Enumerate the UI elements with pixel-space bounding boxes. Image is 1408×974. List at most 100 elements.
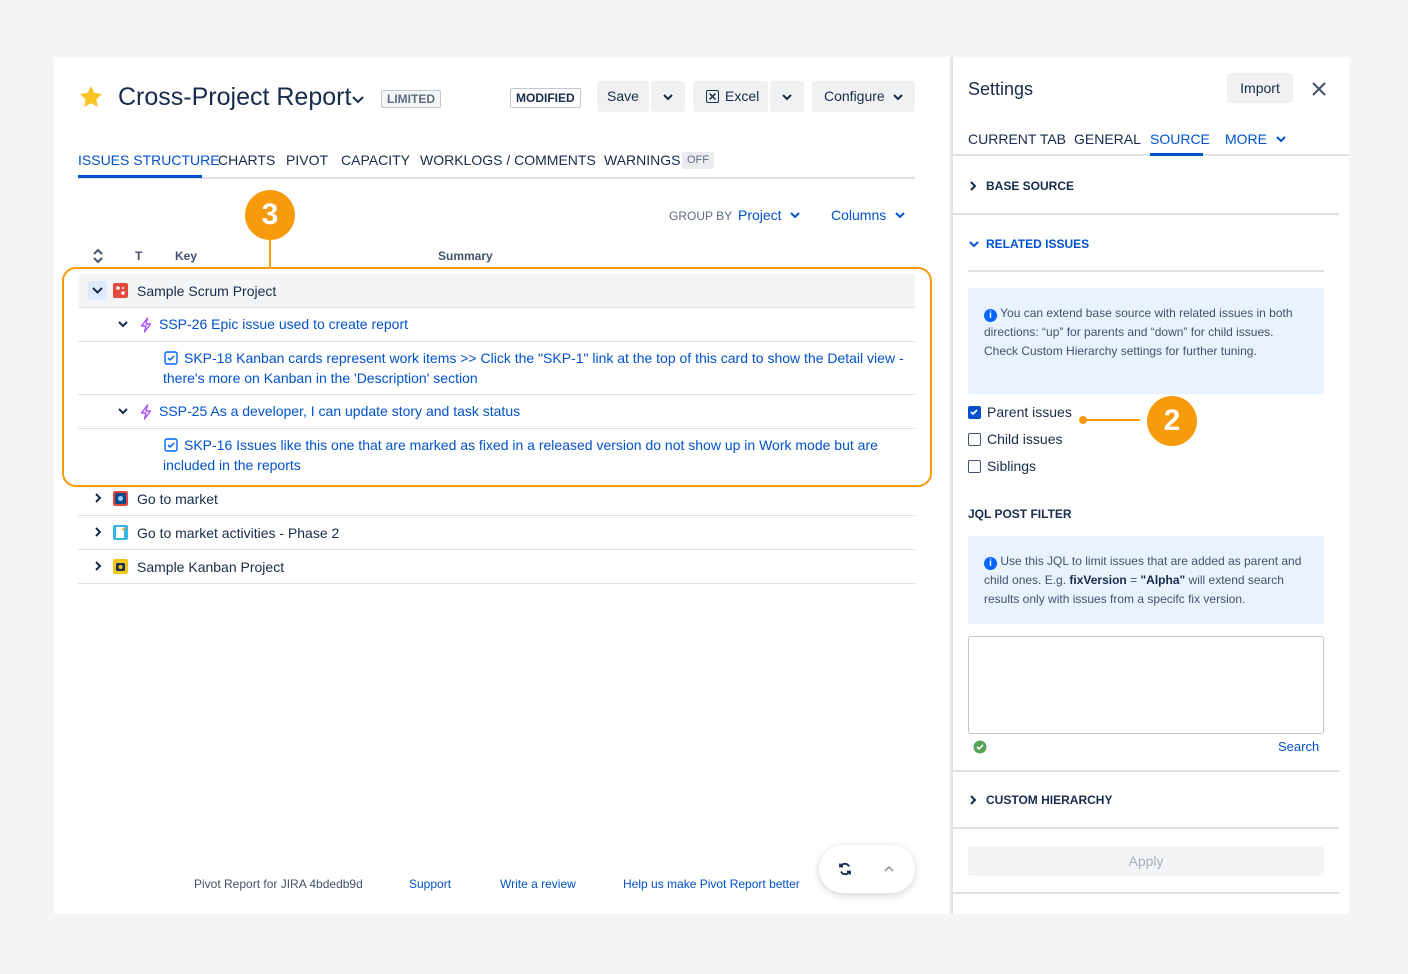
section-divider bbox=[953, 213, 1339, 215]
tab-current-tab[interactable]: CURRENT TAB bbox=[968, 131, 1066, 147]
settings-title: Settings bbox=[968, 79, 1034, 99]
project-name[interactable]: Sample Kanban Project bbox=[137, 559, 284, 575]
import-button[interactable]: Import bbox=[1227, 73, 1293, 103]
jql-input[interactable] bbox=[968, 636, 1324, 734]
jql-example-operator: = bbox=[1130, 573, 1138, 587]
tab-more-label: MORE bbox=[1225, 131, 1267, 147]
child-issues-checkbox[interactable]: Child issues bbox=[968, 431, 1062, 447]
excel-icon bbox=[706, 90, 719, 103]
chevron-down-icon bbox=[663, 94, 673, 101]
chevron-down-icon bbox=[895, 212, 905, 219]
jql-example-field: fixVersion bbox=[1069, 573, 1127, 587]
chevron-down-icon bbox=[782, 94, 792, 101]
group-by-label: GROUP BY bbox=[669, 209, 733, 223]
section-divider bbox=[953, 827, 1339, 829]
valid-check-icon bbox=[973, 740, 987, 754]
chevron-up-icon[interactable] bbox=[883, 864, 895, 874]
project-icon bbox=[113, 491, 128, 506]
tab-general[interactable]: GENERAL bbox=[1074, 131, 1141, 147]
warnings-off-badge: OFF bbox=[682, 152, 714, 169]
chevron-right-icon[interactable] bbox=[93, 526, 103, 538]
checkmark-icon bbox=[970, 409, 978, 416]
callout-2-connector bbox=[1084, 419, 1140, 421]
parent-issues-label: Parent issues bbox=[987, 404, 1072, 420]
active-tab-indicator bbox=[1150, 153, 1203, 156]
settings-panel: Settings Import CURRENT TAB GENERAL SOUR… bbox=[951, 57, 1349, 914]
row-divider bbox=[78, 549, 915, 550]
columns-label: Columns bbox=[831, 207, 887, 223]
parent-issues-checkbox[interactable]: Parent issues bbox=[968, 404, 1072, 420]
tab-issues-structure[interactable]: ISSUES STRUCTURE bbox=[78, 152, 220, 168]
checkbox-unchecked[interactable] bbox=[968, 460, 981, 473]
base-source-header[interactable]: BASE SOURCE bbox=[986, 179, 1074, 193]
section-divider bbox=[953, 770, 1339, 772]
report-panel: Cross-Project Report LIMITED MODIFIED Sa… bbox=[54, 57, 949, 914]
version-text: Pivot Report for JIRA 4bdedb9d bbox=[194, 877, 363, 891]
chevron-down-icon[interactable] bbox=[350, 93, 366, 107]
related-issues-info-text: You can extend base source with related … bbox=[984, 306, 1293, 358]
refresh-icon[interactable] bbox=[837, 861, 853, 877]
write-review-link[interactable]: Write a review bbox=[500, 877, 576, 891]
callout-2: 2 bbox=[1147, 396, 1197, 446]
configure-button[interactable]: Configure bbox=[812, 81, 915, 112]
row-divider bbox=[78, 583, 915, 584]
column-header-type[interactable]: T bbox=[135, 249, 142, 263]
tab-worklogs-comments[interactable]: WORKLOGS / COMMENTS bbox=[420, 152, 596, 168]
checkbox-checked[interactable] bbox=[968, 406, 981, 419]
siblings-label: Siblings bbox=[987, 458, 1037, 474]
tab-source[interactable]: SOURCE bbox=[1150, 131, 1210, 147]
project-name[interactable]: Go to market bbox=[137, 491, 218, 507]
tab-warnings[interactable]: WARNINGS bbox=[604, 152, 680, 168]
column-header-key[interactable]: Key bbox=[175, 249, 197, 263]
support-link[interactable]: Support bbox=[409, 877, 451, 891]
feedback-link[interactable]: Help us make Pivot Report better bbox=[623, 877, 800, 891]
project-icon bbox=[113, 559, 128, 574]
sort-toggle-icon[interactable] bbox=[92, 248, 104, 264]
info-icon: i bbox=[984, 557, 997, 570]
siblings-checkbox[interactable]: Siblings bbox=[968, 458, 1036, 474]
tab-pivot[interactable]: PIVOT bbox=[286, 152, 328, 168]
excel-label: Excel bbox=[725, 88, 760, 104]
jql-example-value: "Alpha" bbox=[1140, 573, 1186, 587]
report-title: Cross-Project Report bbox=[118, 83, 352, 111]
active-tab-indicator bbox=[78, 175, 202, 178]
checkbox-unchecked[interactable] bbox=[968, 433, 981, 446]
custom-hierarchy-header[interactable]: CUSTOM HIERARCHY bbox=[986, 793, 1112, 807]
callout-3-connector bbox=[269, 240, 271, 267]
callout-3: 3 bbox=[245, 190, 295, 240]
chevron-right-icon[interactable] bbox=[968, 180, 978, 192]
modified-badge: MODIFIED bbox=[510, 88, 581, 108]
chevron-down-icon bbox=[1276, 136, 1286, 143]
info-icon: i bbox=[984, 309, 997, 322]
excel-button[interactable]: Excel bbox=[693, 81, 768, 112]
chevron-right-icon[interactable] bbox=[93, 492, 103, 504]
favorite-star-icon[interactable] bbox=[78, 84, 104, 110]
chevron-right-icon[interactable] bbox=[93, 560, 103, 572]
chevron-right-icon[interactable] bbox=[968, 794, 978, 806]
highlight-box bbox=[62, 267, 932, 487]
apply-button[interactable]: Apply bbox=[968, 846, 1324, 876]
tab-charts[interactable]: CHARTS bbox=[218, 152, 275, 168]
close-icon[interactable] bbox=[1311, 81, 1327, 97]
project-name[interactable]: Go to market activities - Phase 2 bbox=[137, 525, 339, 541]
column-header-summary[interactable]: Summary bbox=[438, 249, 493, 263]
limited-badge: LIMITED bbox=[381, 90, 441, 108]
search-button[interactable]: Search bbox=[1278, 739, 1319, 754]
save-button[interactable]: Save bbox=[597, 81, 649, 112]
row-divider bbox=[78, 515, 915, 516]
columns-select[interactable]: Columns bbox=[831, 207, 906, 223]
child-issues-label: Child issues bbox=[987, 431, 1063, 447]
project-icon bbox=[113, 525, 128, 540]
save-dropdown-button[interactable] bbox=[651, 81, 685, 112]
jql-post-filter-header: JQL POST FILTER bbox=[968, 507, 1072, 521]
related-issues-header[interactable]: RELATED ISSUES bbox=[986, 237, 1089, 251]
jql-info: i Use this JQL to limit issues that are … bbox=[968, 536, 1324, 624]
tab-more[interactable]: MORE bbox=[1225, 131, 1287, 147]
chevron-down-icon[interactable] bbox=[968, 239, 980, 249]
chevron-down-icon bbox=[790, 212, 801, 219]
tab-capacity[interactable]: CAPACITY bbox=[341, 152, 410, 168]
chevron-down-icon bbox=[893, 94, 903, 101]
excel-dropdown-button[interactable] bbox=[770, 81, 804, 112]
group-by-select[interactable]: Project bbox=[738, 207, 801, 223]
section-divider bbox=[953, 892, 1339, 894]
